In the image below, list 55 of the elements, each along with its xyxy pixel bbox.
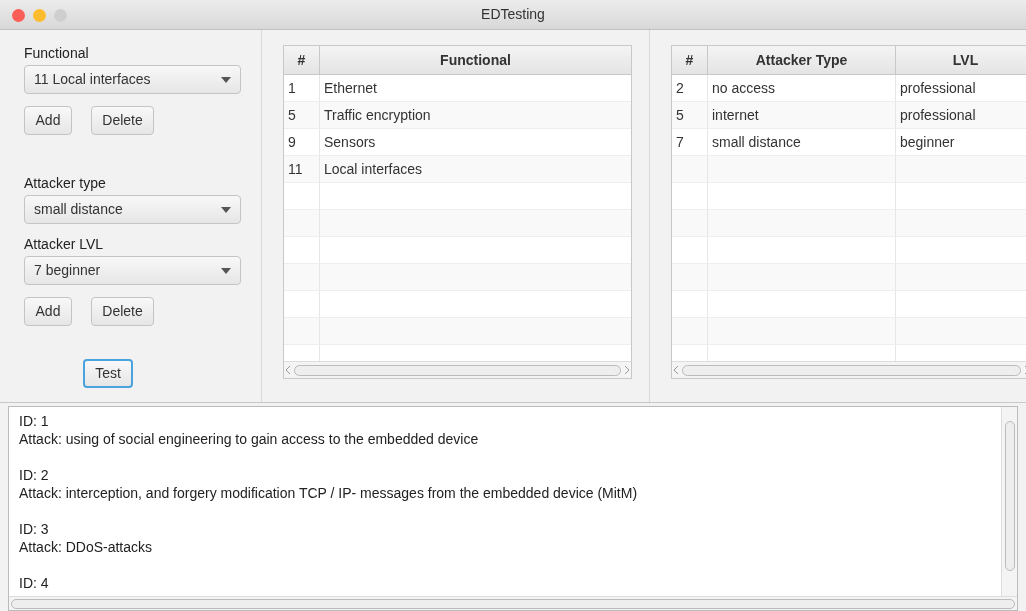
table-cell: 7 [672, 129, 708, 155]
output-line: Attack: using of social engineering to gain access to the embedded device [19, 430, 480, 448]
table-cell: 2 [672, 75, 708, 101]
column-header[interactable]: LVL [896, 46, 1026, 74]
output-text-area[interactable] [8, 406, 1018, 611]
action-button[interactable]: Add [24, 106, 72, 135]
table-cell: 9 [284, 129, 320, 155]
table-cell: beginner [896, 129, 1026, 155]
table-cell: 5 [672, 102, 708, 128]
output-line: ID: 1 [19, 412, 50, 430]
scrollbar-thumb[interactable] [11, 598, 1015, 609]
scroll-right-icon[interactable] [624, 366, 629, 374]
action-button[interactable]: Add [24, 297, 72, 326]
output-line: ID: 4 [19, 574, 50, 592]
table-cell: no access [708, 75, 896, 101]
table-cell: Ethernet [320, 75, 631, 101]
field-label: Functional [24, 44, 90, 62]
table-cell: professional [896, 75, 1026, 101]
zoom-icon[interactable] [54, 9, 67, 22]
table-cell: 1 [284, 75, 320, 101]
output-line: ID: 2 [19, 466, 50, 484]
scrollbar-thumb[interactable] [294, 364, 621, 376]
action-button[interactable]: Delete [91, 297, 154, 326]
minimize-icon[interactable] [33, 9, 46, 22]
table-cell: 11 [284, 156, 320, 182]
table-cell: Sensors [320, 129, 631, 155]
field-label: Attacker LVL [24, 235, 105, 253]
scrollbar-thumb[interactable] [682, 364, 1021, 376]
table-cell: internet [708, 102, 896, 128]
scrollbar-thumb[interactable] [1004, 421, 1015, 571]
column-header[interactable]: # [672, 46, 708, 74]
action-button[interactable]: Test [83, 359, 133, 388]
output-line: Attack: DDoS-attacks [19, 538, 154, 556]
output-line: ID: 3 [19, 520, 50, 538]
dropdown[interactable]: 7 beginner [24, 256, 241, 285]
window-title: EDTesting [481, 5, 545, 24]
close-icon[interactable] [12, 9, 25, 22]
table-cell: Traffic encryption [320, 102, 631, 128]
scroll-left-icon[interactable] [674, 366, 679, 374]
table-cell: professional [896, 102, 1026, 128]
scroll-left-icon[interactable] [286, 366, 291, 374]
caret-icon [221, 206, 231, 213]
field-label: Attacker type [24, 174, 107, 192]
table-cell: 5 [284, 102, 320, 128]
column-header[interactable]: Functional [320, 46, 631, 74]
dropdown[interactable]: small distance [24, 195, 241, 224]
action-button[interactable]: Delete [91, 106, 154, 135]
caret-icon [221, 76, 231, 83]
table-cell: Local interfaces [320, 156, 631, 182]
column-header[interactable]: Attacker Type [708, 46, 896, 74]
column-header[interactable]: # [284, 46, 320, 74]
dropdown[interactable]: 11 Local interfaces [24, 65, 241, 94]
caret-icon [221, 267, 231, 274]
output-line: Attack: interception, and forgery modification TCP / IP- messages from the embedded device (MitM) [19, 484, 639, 502]
table-cell: small distance [708, 129, 896, 155]
